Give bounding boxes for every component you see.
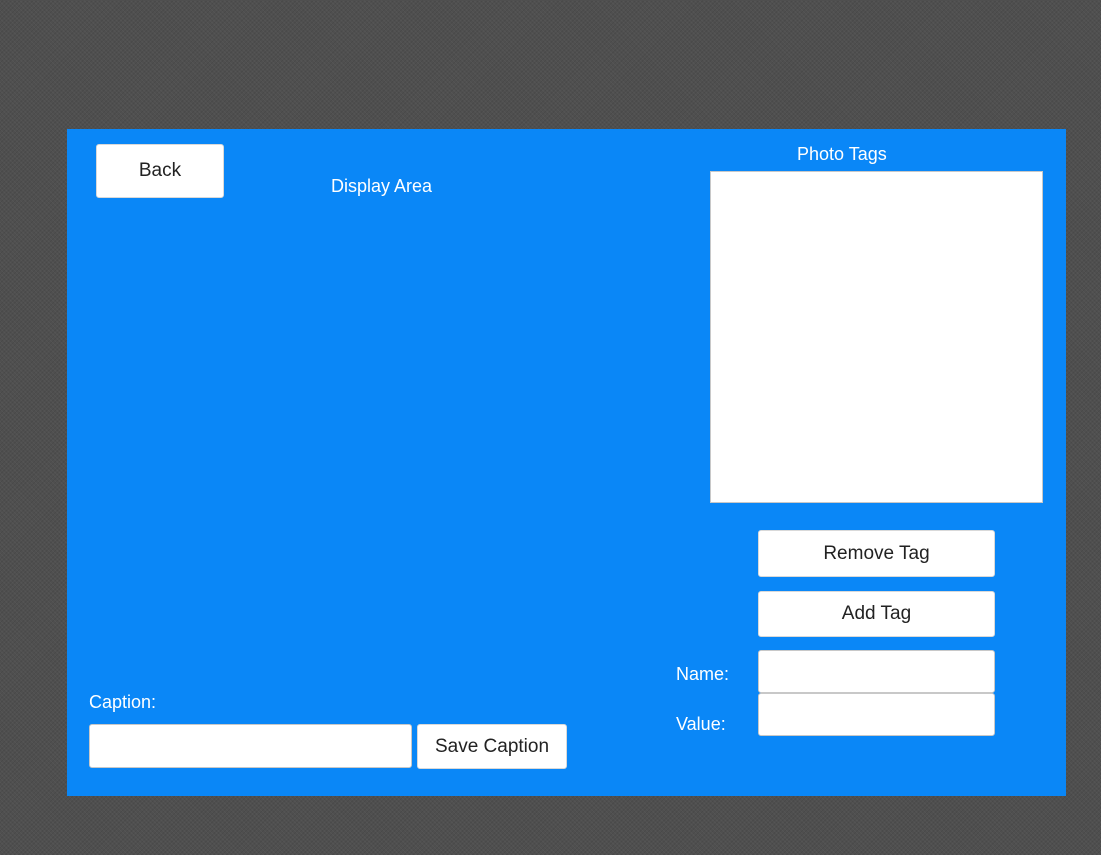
caption-label: Caption: [89,692,157,712]
add-tag-button[interactable]: Add Tag [758,591,995,637]
tag-value-input[interactable] [758,693,995,736]
save-caption-button[interactable]: Save Caption [417,724,567,769]
tag-name-label: Name: [676,664,730,684]
tag-name-input[interactable] [758,650,995,693]
photo-view-panel: Back Display Area Photo Tags Remove Tag … [67,129,1066,796]
display-area-label: Display Area [331,176,433,196]
back-button[interactable]: Back [96,144,224,198]
tag-value-label: Value: [676,714,726,734]
remove-tag-button[interactable]: Remove Tag [758,530,995,577]
photo-tags-title: Photo Tags [797,144,887,164]
caption-input[interactable] [89,724,412,768]
photo-tags-list[interactable] [710,171,1043,503]
